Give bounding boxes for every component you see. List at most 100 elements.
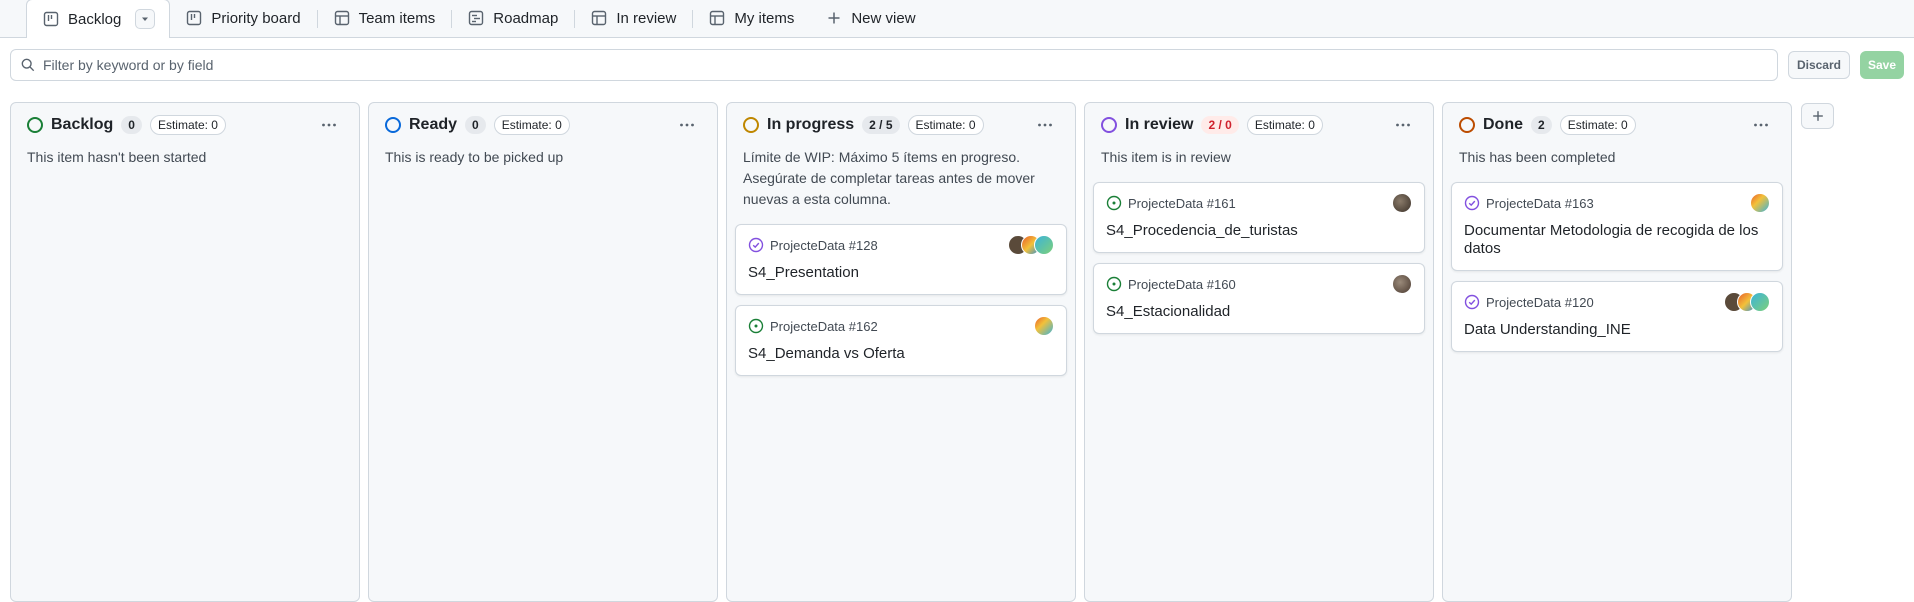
assignee-avatars[interactable] [1008, 235, 1054, 255]
card-title[interactable]: S4_Presentation [748, 264, 1054, 282]
card-title[interactable]: S4_Procedencia_de_turistas [1106, 222, 1412, 240]
status-circle-icon [1459, 117, 1475, 133]
add-column-button[interactable] [1801, 103, 1834, 129]
tab-in-review[interactable]: In review [575, 0, 692, 37]
triangle-down-icon [142, 17, 149, 21]
card-title[interactable]: Data Understanding_INE [1464, 321, 1770, 339]
card-reference: ProjecteData #161 [1128, 195, 1236, 211]
column-description: Límite de WIP: Máximo 5 ítems en progres… [743, 149, 1035, 207]
column-title: In progress [767, 116, 855, 133]
item-count-badge: 2 / 0 [1201, 116, 1239, 134]
filter-input[interactable] [43, 57, 1767, 73]
estimate-badge: Estimate: 0 [907, 115, 984, 135]
item-count-badge: 0 [465, 116, 486, 134]
estimate-badge: Estimate: 0 [1559, 115, 1636, 135]
column-description: This item is in review [1101, 149, 1231, 165]
table-icon [334, 10, 349, 26]
kebab-horizontal-icon [680, 123, 694, 127]
column-header: Backlog 0 Estimate: 0 [11, 103, 359, 147]
assignee-avatars[interactable] [1750, 193, 1770, 213]
column-header: Done 2 Estimate: 0 [1443, 103, 1791, 147]
tab-label: Backlog [68, 10, 122, 28]
assignee-avatars[interactable] [1724, 292, 1770, 312]
kebab-horizontal-icon [1396, 123, 1410, 127]
item-count-badge: 2 [1531, 116, 1552, 134]
column-description: This is ready to be picked up [385, 149, 564, 165]
discard-button[interactable]: Discard [1787, 51, 1850, 79]
column-title: Ready [409, 116, 458, 133]
column-header: Ready 0 Estimate: 0 [369, 103, 717, 147]
kebab-horizontal-icon [1754, 123, 1768, 127]
plus-icon [828, 12, 840, 24]
column-description: This item hasn't been started [27, 149, 207, 165]
avatar [1034, 235, 1054, 255]
item-card[interactable]: ProjecteData #163 Documentar Metodologia… [1451, 182, 1783, 271]
column-description: This has been completed [1459, 149, 1616, 165]
card-title[interactable]: S4_Demanda vs Oferta [748, 345, 1054, 363]
estimate-badge: Estimate: 0 [1246, 115, 1323, 135]
column-menu-button[interactable] [673, 111, 701, 139]
save-button[interactable]: Save [1859, 51, 1904, 79]
kebab-horizontal-icon [322, 123, 336, 127]
new-view-button[interactable]: New view [810, 0, 931, 37]
view-tabbar: Backlog Priority board Team items Roadma… [0, 0, 1914, 38]
column-in-review: In review 2 / 0 Estimate: 0 This item is… [1084, 102, 1434, 602]
tab-my-items[interactable]: My items [693, 0, 810, 37]
column-menu-button[interactable] [1747, 111, 1775, 139]
issue-open-icon [748, 318, 764, 334]
item-card[interactable]: ProjecteData #120 Data Understanding_INE [1451, 281, 1783, 352]
issue-closed-icon [1464, 294, 1480, 310]
table-icon [710, 10, 725, 26]
new-view-label: New view [851, 9, 916, 27]
tab-backlog[interactable]: Backlog [26, 0, 171, 38]
tab-label: In review [616, 9, 677, 27]
issue-closed-icon [748, 237, 764, 253]
column-title: Backlog [51, 116, 114, 133]
table-icon [592, 10, 607, 26]
card-reference: ProjecteData #160 [1128, 276, 1236, 292]
search-icon [21, 58, 35, 72]
card-reference: ProjecteData #162 [770, 318, 878, 334]
card-title[interactable]: Documentar Metodologia de recogida de lo… [1464, 222, 1770, 258]
column-done: Done 2 Estimate: 0 This has been complet… [1442, 102, 1792, 602]
avatar [1750, 292, 1770, 312]
tab-priority-board[interactable]: Priority board [170, 0, 316, 37]
avatar [1034, 316, 1054, 336]
board: Backlog 0 Estimate: 0 This item hasn't b… [10, 102, 1792, 602]
filter-bar: Discard Save [0, 38, 1914, 92]
item-card[interactable]: ProjecteData #160 S4_Estacionalidad [1093, 263, 1425, 334]
assignee-avatars[interactable] [1392, 193, 1412, 213]
status-circle-icon [385, 117, 401, 133]
card-reference: ProjecteData #128 [770, 237, 878, 253]
assignee-avatars[interactable] [1392, 274, 1412, 294]
issue-open-icon [1106, 195, 1122, 211]
assignee-avatars[interactable] [1034, 316, 1054, 336]
column-ready: Ready 0 Estimate: 0 This is ready to be … [368, 102, 718, 602]
card-title[interactable]: S4_Estacionalidad [1106, 303, 1412, 321]
item-card[interactable]: ProjecteData #128 S4_Presentation [735, 224, 1067, 295]
board-icon [43, 11, 59, 27]
tab-team-items[interactable]: Team items [318, 0, 452, 37]
item-count-badge: 0 [121, 116, 142, 134]
tab-roadmap[interactable]: Roadmap [452, 0, 574, 37]
filter-box[interactable] [10, 49, 1778, 81]
view-options-dropdown[interactable] [135, 9, 156, 29]
issue-open-icon [1106, 276, 1122, 292]
issue-closed-icon [1464, 195, 1480, 211]
plus-icon [1812, 111, 1823, 121]
column-title: In review [1125, 116, 1194, 133]
estimate-badge: Estimate: 0 [493, 115, 570, 135]
item-card[interactable]: ProjecteData #162 S4_Demanda vs Oferta [735, 305, 1067, 376]
kebab-horizontal-icon [1038, 123, 1052, 127]
column-menu-button[interactable] [1031, 111, 1059, 139]
card-reference: ProjecteData #120 [1486, 294, 1594, 310]
card-reference: ProjecteData #163 [1486, 195, 1594, 211]
item-card[interactable]: ProjecteData #161 S4_Procedencia_de_turi… [1093, 182, 1425, 253]
column-menu-button[interactable] [1389, 111, 1417, 139]
status-circle-icon [27, 117, 43, 133]
avatar [1392, 193, 1412, 213]
column-menu-button[interactable] [315, 111, 343, 139]
roadmap-icon [469, 10, 484, 26]
avatar [1750, 193, 1770, 213]
column-header: In progress 2 / 5 Estimate: 0 [727, 103, 1075, 147]
